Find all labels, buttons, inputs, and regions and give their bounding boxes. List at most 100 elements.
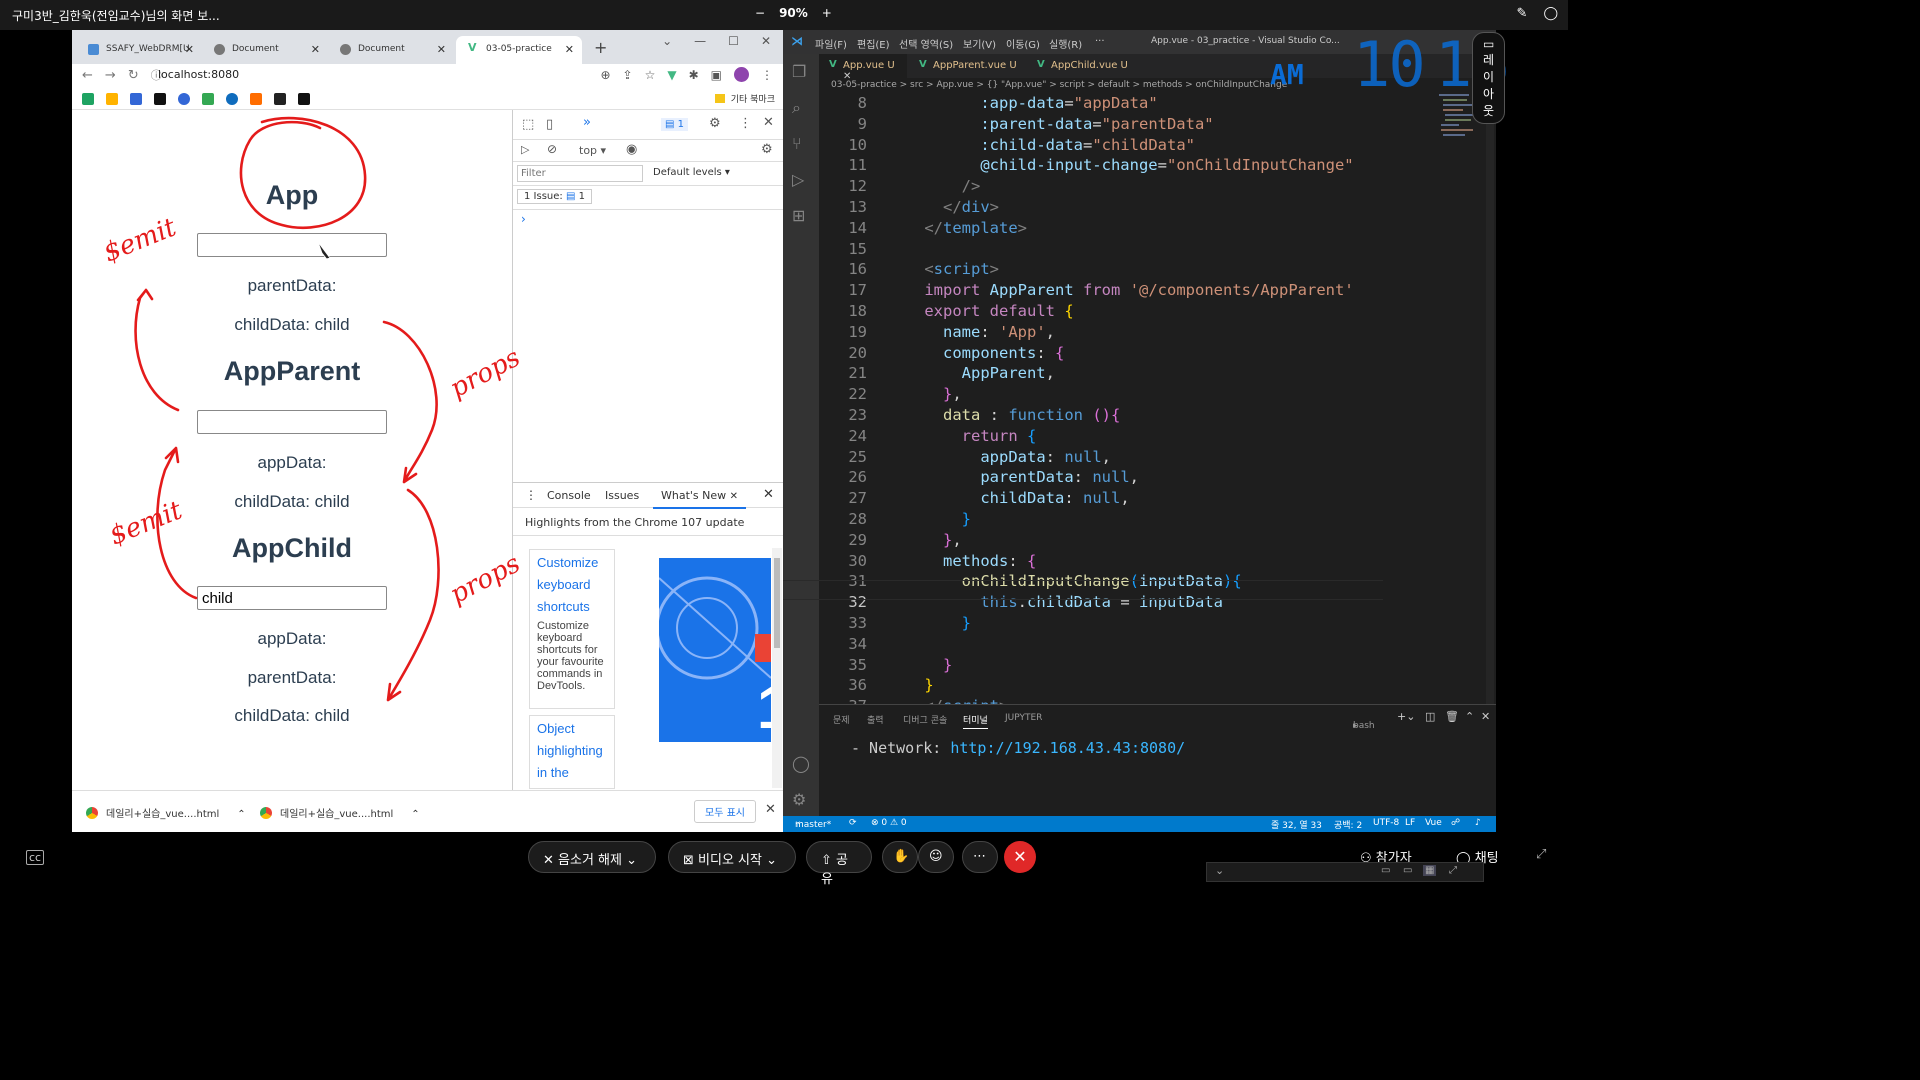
- menu-go[interactable]: 이동(G): [1006, 36, 1040, 51]
- url-field[interactable]: localhost:8080: [158, 68, 239, 81]
- settings-gear-icon[interactable]: ⚙: [709, 116, 721, 131]
- bookmark-icon[interactable]: [82, 93, 94, 105]
- bookmark-icon[interactable]: [178, 93, 190, 105]
- fullscreen-icon[interactable]: ⤢: [1449, 865, 1457, 876]
- code-line[interactable]: 34: [819, 635, 887, 655]
- panel-tab-terminal[interactable]: 터미널: [963, 713, 988, 729]
- indent-spaces[interactable]: 공백: 2: [1334, 818, 1362, 831]
- code-line[interactable]: 11 @child-input-change="onChildInputChan…: [819, 156, 1353, 176]
- terminal-network-url[interactable]: http://192.168.43.43:8080/: [950, 739, 1185, 757]
- bookmark-icon[interactable]: [130, 93, 142, 105]
- clear-console-icon[interactable]: ⊘: [547, 142, 557, 156]
- forward-icon[interactable]: →: [105, 68, 116, 83]
- bookmark-icon[interactable]: [154, 93, 166, 105]
- notion-icon[interactable]: [274, 93, 286, 105]
- editor-tab-appparent-vue[interactable]: V AppParent.vue U: [909, 54, 1027, 78]
- menu-file[interactable]: 파일(F): [815, 36, 847, 51]
- terminal-output[interactable]: - Network: http://192.168.43.43:8080/: [851, 739, 1185, 757]
- code-line[interactable]: 24 return {: [819, 427, 1036, 447]
- child-input[interactable]: [197, 586, 387, 610]
- show-all-downloads-button[interactable]: 모두 표시: [694, 800, 756, 823]
- feedback-icon[interactable]: ☍: [1451, 818, 1460, 828]
- scroll-thumb[interactable]: [774, 558, 780, 648]
- tab-close-icon[interactable]: ✕: [185, 43, 194, 56]
- tab-document-1[interactable]: Document ✕: [202, 36, 328, 64]
- menu-selection[interactable]: 선택 영역(S): [899, 36, 953, 51]
- code-line[interactable]: 37 </script>: [819, 697, 1008, 704]
- reactions-button[interactable]: ☺: [918, 841, 954, 873]
- devtools-menu-icon[interactable]: ⋮: [739, 116, 752, 131]
- download-item-2[interactable]: 데일리+실습_vue....html ⌃: [260, 805, 420, 820]
- code-line[interactable]: 36 }: [819, 676, 933, 696]
- profile-avatar[interactable]: [734, 67, 749, 82]
- unmute-button[interactable]: ✕ 음소거 해제 ⌄: [528, 841, 656, 873]
- bookmark-icon[interactable]: [298, 93, 310, 105]
- code-line[interactable]: 16 <script>: [819, 260, 999, 280]
- layout-button[interactable]: ▭ 레이아웃: [1472, 32, 1506, 124]
- minimize-icon[interactable]: —: [694, 34, 706, 48]
- whats-new-card-2[interactable]: Object highlighting in the: [529, 715, 615, 789]
- menu-edit[interactable]: 편집(E): [857, 36, 890, 51]
- close-drawer-icon[interactable]: ✕: [763, 487, 774, 502]
- device-toolbar-icon[interactable]: ▯: [546, 117, 553, 132]
- manage-gear-icon[interactable]: ⚙: [792, 790, 806, 809]
- panel-tab-debug-console[interactable]: 디버그 콘솔: [903, 713, 947, 726]
- code-line[interactable]: 20 components: {: [819, 344, 1064, 364]
- issues-counter[interactable]: ▤ 1: [661, 118, 689, 131]
- pip-icon[interactable]: ▭: [1381, 865, 1390, 876]
- sidebar-toggle-icon[interactable]: ▷: [521, 143, 529, 156]
- tab-document-2[interactable]: Document ✕: [328, 36, 454, 64]
- context-select[interactable]: top ▾: [579, 144, 606, 157]
- issues-button[interactable]: 1 Issue: ▤ 1: [517, 189, 592, 204]
- code-line[interactable]: 15: [819, 240, 887, 260]
- kill-terminal-icon[interactable]: 🗑: [1445, 710, 1459, 723]
- expand-icon[interactable]: ⤢: [1536, 847, 1546, 862]
- code-line[interactable]: 29 },: [819, 531, 961, 551]
- view-switcher[interactable]: ⌄ ▭ ▭ ▦ ⤢: [1206, 862, 1484, 882]
- editor-scrollbar[interactable]: [1486, 94, 1494, 704]
- eye-icon[interactable]: ◉: [626, 142, 637, 157]
- share-button[interactable]: ⇧ 공유: [806, 841, 872, 887]
- drawer-tab-console[interactable]: Console: [547, 489, 591, 502]
- extensions-icon[interactable]: ✱: [689, 68, 699, 82]
- code-line[interactable]: 21 AppParent,: [819, 364, 1055, 384]
- maximize-icon[interactable]: ☐: [728, 34, 739, 48]
- end-call-button[interactable]: ✕: [1004, 841, 1036, 873]
- close-devtools-icon[interactable]: ✕: [763, 115, 774, 130]
- console-prompt[interactable]: ›: [521, 212, 526, 226]
- chevron-up-icon[interactable]: ⌃: [411, 809, 419, 820]
- chat-bubble-icon[interactable]: ◯: [1543, 6, 1558, 21]
- sync-icon[interactable]: ⟳: [849, 818, 857, 828]
- drawer-tab-whats-new[interactable]: What's New ✕: [653, 487, 747, 509]
- bookmark-icon[interactable]: [106, 93, 118, 105]
- code-line[interactable]: 30 methods: {: [819, 552, 1036, 572]
- tab-03-05-practice[interactable]: V 03-05-practice ✕: [456, 36, 582, 64]
- chevron-down-icon[interactable]: ⌄: [1215, 864, 1224, 877]
- console-filter-input[interactable]: [517, 165, 643, 182]
- annotate-icon[interactable]: ✎: [1517, 6, 1528, 21]
- code-line[interactable]: 9 :parent-data="parentData": [819, 115, 1214, 135]
- tab-ssafy-webdrm[interactable]: SSAFY_WebDRM[U ✕: [76, 36, 202, 64]
- code-line[interactable]: 12 />: [819, 177, 980, 197]
- code-line[interactable]: 22 },: [819, 385, 961, 405]
- sidepanel-icon[interactable]: ▣: [711, 68, 722, 82]
- captions-icon[interactable]: cc: [26, 850, 45, 865]
- app-input[interactable]: [197, 233, 387, 257]
- account-icon[interactable]: ◯: [792, 754, 810, 773]
- star-icon[interactable]: ☆: [645, 68, 656, 82]
- share-icon[interactable]: ⇪: [623, 68, 633, 82]
- close-downloads-icon[interactable]: ✕: [765, 802, 776, 817]
- zoom-icon[interactable]: ⊕: [600, 68, 610, 82]
- gallery-icon[interactable]: ▭: [1403, 865, 1412, 876]
- cursor-position[interactable]: 줄 32, 열 33: [1271, 818, 1322, 831]
- reload-icon[interactable]: ↻: [128, 68, 139, 83]
- editor-tab-appchild-vue[interactable]: V AppChild.vue U: [1027, 54, 1137, 78]
- parent-input[interactable]: [197, 410, 387, 434]
- code-line[interactable]: 35 }: [819, 656, 952, 676]
- problems-indicator[interactable]: ⊗ 0 ⚠ 0: [871, 818, 907, 828]
- cloud-icon[interactable]: [226, 93, 238, 105]
- whats-new-card-1[interactable]: Customize keyboard shortcuts Customize k…: [529, 549, 615, 709]
- drawer-scrollbar[interactable]: [772, 548, 782, 788]
- more-options-button[interactable]: ⋯: [962, 841, 998, 873]
- explorer-icon[interactable]: ❐: [792, 62, 806, 81]
